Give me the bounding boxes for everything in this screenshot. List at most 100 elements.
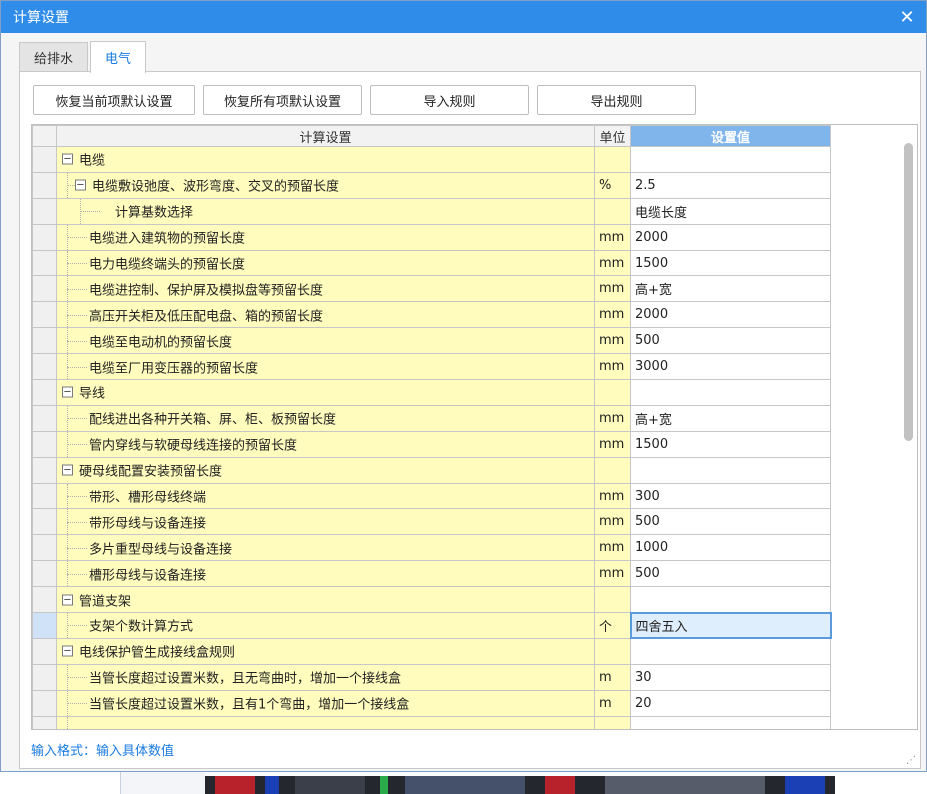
- setting-value-cell[interactable]: 2000: [630, 223, 831, 251]
- row-header-cell[interactable]: [32, 456, 57, 484]
- table-row[interactable]: 多片重型母线与设备连接 mm 1000: [32, 534, 831, 562]
- setting-name-cell[interactable]: 多片重型母线与设备连接: [56, 534, 595, 562]
- table-row[interactable]: 当管长度超过设置米数，且有1个弯曲，增加一个接线盒 m 20: [32, 689, 831, 717]
- setting-name-cell[interactable]: − 硬母线配置安装预留长度: [56, 456, 595, 484]
- setting-name-cell[interactable]: − 导线: [56, 379, 595, 406]
- setting-value-cell[interactable]: 2000: [630, 301, 831, 329]
- table-row[interactable]: 电缆进入建筑物的预留长度 mm 2000: [32, 223, 831, 251]
- restore-current-default-button[interactable]: 恢复当前项默认设置: [33, 85, 195, 115]
- collapse-icon[interactable]: −: [62, 386, 73, 398]
- setting-name-cell[interactable]: 带形母线与设备连接: [56, 508, 595, 536]
- row-header-cell[interactable]: [32, 146, 57, 173]
- table-row[interactable]: 计算基数选择 电缆长度: [32, 197, 831, 225]
- row-header-cell[interactable]: [32, 508, 57, 536]
- table-row[interactable]: 带形、槽形母线终端 mm 300: [32, 482, 831, 510]
- table-row[interactable]: − 电缆: [32, 146, 831, 173]
- collapse-icon[interactable]: −: [62, 645, 73, 657]
- setting-name-cell[interactable]: 电缆进控制、保护屏及模拟盘等预留长度: [56, 275, 595, 303]
- setting-value-cell[interactable]: [630, 715, 831, 729]
- row-header-cell[interactable]: [32, 249, 57, 277]
- table-row[interactable]: − 电线保护管生成接线盒规则: [32, 637, 831, 665]
- setting-value-cell[interactable]: [630, 637, 831, 665]
- setting-name-cell[interactable]: 管内穿线与软硬母线连接的预留长度: [56, 430, 595, 458]
- row-header-cell[interactable]: [32, 327, 57, 355]
- row-header-cell[interactable]: [32, 223, 57, 251]
- row-header-cell[interactable]: [32, 197, 57, 225]
- table-row[interactable]: 电缆进控制、保护屏及模拟盘等预留长度 mm 高+宽: [32, 275, 831, 303]
- setting-value-cell[interactable]: 1000: [630, 534, 831, 562]
- row-header-cell[interactable]: [32, 560, 57, 588]
- setting-name-cell[interactable]: 电缆进入建筑物的预留长度: [56, 223, 595, 251]
- table-row[interactable]: 槽形母线与设备连接 mm 500: [32, 560, 831, 588]
- tab-water-supply-drainage[interactable]: 给排水: [19, 42, 89, 72]
- row-header-cell[interactable]: [32, 275, 57, 303]
- table-row[interactable]: − 电缆敷设弛度、波形弯度、交叉的预留长度% 2.5: [32, 171, 831, 199]
- row-header-cell[interactable]: [32, 534, 57, 562]
- dialog-titlebar[interactable]: 计算设置 ✕: [1, 1, 926, 33]
- row-header-cell[interactable]: [32, 612, 57, 639]
- row-header-cell[interactable]: [32, 482, 57, 510]
- row-header-cell[interactable]: [32, 586, 57, 614]
- setting-value-cell[interactable]: [630, 456, 831, 484]
- setting-name-cell[interactable]: − 电线保护管生成接线盒规则: [56, 637, 595, 665]
- table-row[interactable]: 支架个数计算方式 个四舍五入: [32, 611, 832, 640]
- setting-name-cell[interactable]: 支架个数计算方式: [56, 612, 595, 639]
- table-row[interactable]: − 导线: [32, 379, 831, 406]
- setting-name-cell[interactable]: 当管长度超过设置米数，且有1个弯曲，增加一个接线盒: [56, 689, 595, 717]
- export-rules-button[interactable]: 导出规则: [537, 85, 696, 115]
- collapse-icon[interactable]: −: [62, 464, 73, 476]
- setting-value-cell[interactable]: [630, 586, 831, 614]
- setting-name-cell[interactable]: [56, 715, 595, 729]
- setting-value-cell[interactable]: 1500: [630, 430, 831, 458]
- setting-name-cell[interactable]: 高压开关柜及低压配电盘、箱的预留长度: [56, 301, 595, 329]
- table-row[interactable]: 高压开关柜及低压配电盘、箱的预留长度 mm 2000: [32, 301, 831, 329]
- setting-value-cell[interactable]: 1500: [630, 249, 831, 277]
- close-icon[interactable]: ✕: [888, 1, 926, 33]
- tab-electrical[interactable]: 电气: [90, 41, 147, 73]
- row-header-cell[interactable]: [32, 404, 57, 432]
- row-header-cell[interactable]: [32, 171, 57, 199]
- column-header-setting[interactable]: 计算设置: [56, 125, 595, 147]
- setting-value-cell[interactable]: 20: [630, 689, 831, 717]
- import-rules-button[interactable]: 导入规则: [370, 85, 529, 115]
- setting-name-cell[interactable]: − 管道支架: [56, 586, 595, 614]
- table-row[interactable]: − 硬母线配置安装预留长度: [32, 456, 831, 484]
- restore-all-default-button[interactable]: 恢复所有项默认设置: [203, 85, 362, 115]
- vertical-scrollbar-thumb[interactable]: [904, 143, 913, 441]
- table-row[interactable]: 电力电缆终端头的预留长度 mm 1500: [32, 249, 831, 277]
- table-row[interactable]: 电缆至电动机的预留长度 mm 500: [32, 327, 831, 355]
- setting-value-cell[interactable]: 高+宽: [630, 275, 831, 303]
- table-row[interactable]: 电缆至厂用变压器的预留长度 mm 3000: [32, 353, 831, 381]
- setting-name-cell[interactable]: 电缆至电动机的预留长度: [56, 327, 595, 355]
- row-header-cell[interactable]: [32, 663, 57, 691]
- table-row[interactable]: − 管道支架: [32, 586, 831, 614]
- setting-name-cell[interactable]: 电缆至厂用变压器的预留长度: [56, 353, 595, 381]
- setting-value-cell[interactable]: 2.5: [630, 171, 831, 199]
- table-row[interactable]: 当管长度超过设置米数，且无弯曲时，增加一个接线盒 m 30: [32, 663, 831, 691]
- setting-name-cell[interactable]: 带形、槽形母线终端: [56, 482, 595, 510]
- row-header-cell[interactable]: [32, 637, 57, 665]
- setting-value-cell[interactable]: 500: [630, 327, 831, 355]
- setting-name-cell[interactable]: 槽形母线与设备连接: [56, 560, 595, 588]
- collapse-icon[interactable]: −: [62, 153, 73, 165]
- collapse-icon[interactable]: −: [62, 594, 73, 606]
- setting-value-cell[interactable]: 300: [630, 482, 831, 510]
- setting-value-cell[interactable]: 30: [630, 663, 831, 691]
- setting-name-cell[interactable]: 电力电缆终端头的预留长度: [56, 249, 595, 277]
- setting-value-cell[interactable]: [630, 146, 831, 173]
- collapse-icon[interactable]: −: [75, 179, 86, 191]
- resize-grip-icon[interactable]: ⋰: [906, 755, 916, 766]
- setting-name-cell[interactable]: − 电缆: [56, 146, 595, 173]
- setting-value-cell[interactable]: 500: [630, 508, 831, 536]
- table-row[interactable]: [32, 715, 831, 729]
- row-header-cell[interactable]: [32, 689, 57, 717]
- column-header-value[interactable]: 设置值: [630, 125, 831, 147]
- setting-name-cell[interactable]: 配线进出各种开关箱、屏、柜、板预留长度: [56, 404, 595, 432]
- setting-value-cell[interactable]: 高+宽: [630, 404, 831, 432]
- setting-name-cell[interactable]: − 电缆敷设弛度、波形弯度、交叉的预留长度: [56, 171, 595, 199]
- setting-value-cell-selected[interactable]: 四舍五入: [629, 611, 832, 640]
- row-header-cell[interactable]: [32, 379, 57, 406]
- table-row[interactable]: 管内穿线与软硬母线连接的预留长度 mm 1500: [32, 430, 831, 458]
- setting-value-cell[interactable]: 电缆长度: [630, 197, 831, 225]
- column-header-unit[interactable]: 单位: [594, 125, 631, 147]
